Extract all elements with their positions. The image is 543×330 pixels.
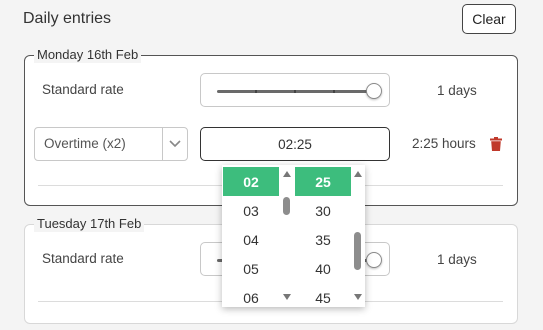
trash-icon[interactable]: [490, 137, 504, 153]
time-picker-dropdown[interactable]: 02 03 04 05 06 25 30 35 40 45: [222, 165, 365, 307]
hour-option[interactable]: 05: [223, 254, 279, 283]
standard-rate-slider[interactable]: [200, 73, 390, 107]
hour-option[interactable]: 02: [223, 167, 279, 196]
minute-option[interactable]: 25: [295, 167, 351, 196]
scrollbar-thumb[interactable]: [354, 232, 361, 270]
minute-option[interactable]: 45: [295, 283, 351, 307]
scroll-up-icon[interactable]: [354, 171, 362, 177]
scroll-down-icon[interactable]: [283, 294, 291, 300]
minute-option[interactable]: 40: [295, 254, 351, 283]
hour-option[interactable]: 03: [223, 196, 279, 225]
slider-thumb[interactable]: [366, 252, 382, 268]
slider-track: [217, 90, 373, 93]
scroll-up-icon[interactable]: [283, 171, 291, 177]
hour-option[interactable]: 06: [223, 283, 279, 307]
standard-rate-label: Standard rate: [42, 82, 124, 97]
overtime-time-input[interactable]: 02:25: [200, 127, 390, 161]
overtime-type-value: Overtime (x2): [44, 136, 126, 151]
panel-title: Daily entries: [23, 10, 112, 27]
day-date-label: Tuesday 17th Feb: [34, 216, 145, 232]
scroll-down-icon[interactable]: [354, 294, 362, 300]
minute-option[interactable]: 35: [295, 225, 351, 254]
standard-rate-value: 1 days: [437, 83, 477, 98]
hour-option[interactable]: 04: [223, 225, 279, 254]
clear-button[interactable]: Clear: [462, 4, 516, 34]
overtime-duration: 2:25 hours: [412, 136, 476, 151]
daily-entries-panel: Daily entries Clear Monday 16th Feb Stan…: [0, 0, 543, 330]
day-date-label: Monday 16th Feb: [34, 47, 142, 63]
standard-rate-label: Standard rate: [42, 251, 124, 266]
standard-rate-value: 1 days: [437, 252, 477, 267]
minute-option[interactable]: 30: [295, 196, 351, 225]
chevron-down-icon[interactable]: [162, 128, 187, 160]
overtime-type-select[interactable]: Overtime (x2): [34, 127, 188, 161]
slider-thumb[interactable]: [366, 83, 382, 99]
scrollbar-thumb[interactable]: [283, 197, 290, 215]
